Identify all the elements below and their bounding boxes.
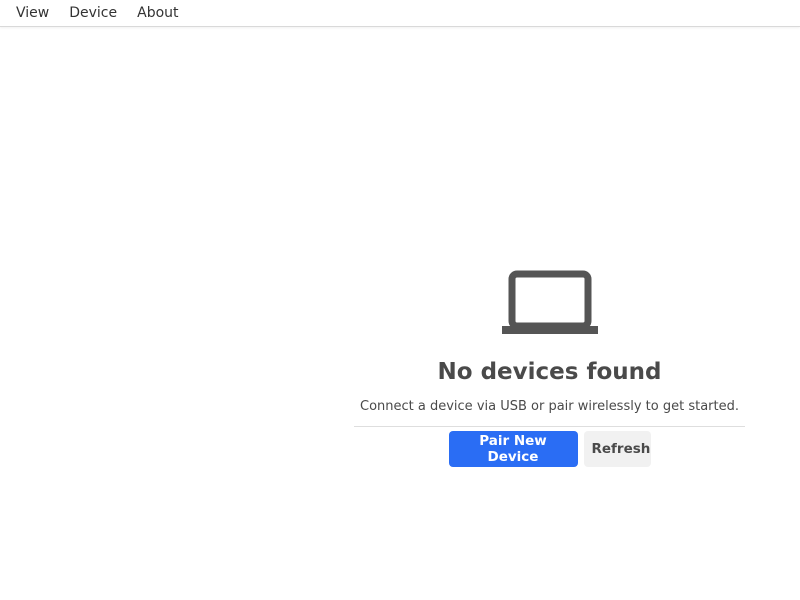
empty-state: No devices found Connect a device via US… bbox=[354, 262, 745, 467]
menu-view[interactable]: View bbox=[6, 0, 59, 27]
empty-state-title: No devices found bbox=[437, 359, 662, 385]
actions: Pair New Device Refresh bbox=[354, 431, 745, 467]
menu-bar: View Device About bbox=[0, 0, 800, 27]
pair-new-device-button[interactable]: Pair New Device bbox=[448, 431, 578, 467]
empty-state-message: Connect a device via USB or pair wireles… bbox=[360, 399, 739, 414]
refresh-button[interactable]: Refresh bbox=[583, 431, 651, 467]
menu-device[interactable]: Device bbox=[59, 0, 127, 27]
menu-about[interactable]: About bbox=[127, 0, 188, 27]
laptop-icon bbox=[501, 270, 598, 334]
divider bbox=[354, 426, 745, 427]
